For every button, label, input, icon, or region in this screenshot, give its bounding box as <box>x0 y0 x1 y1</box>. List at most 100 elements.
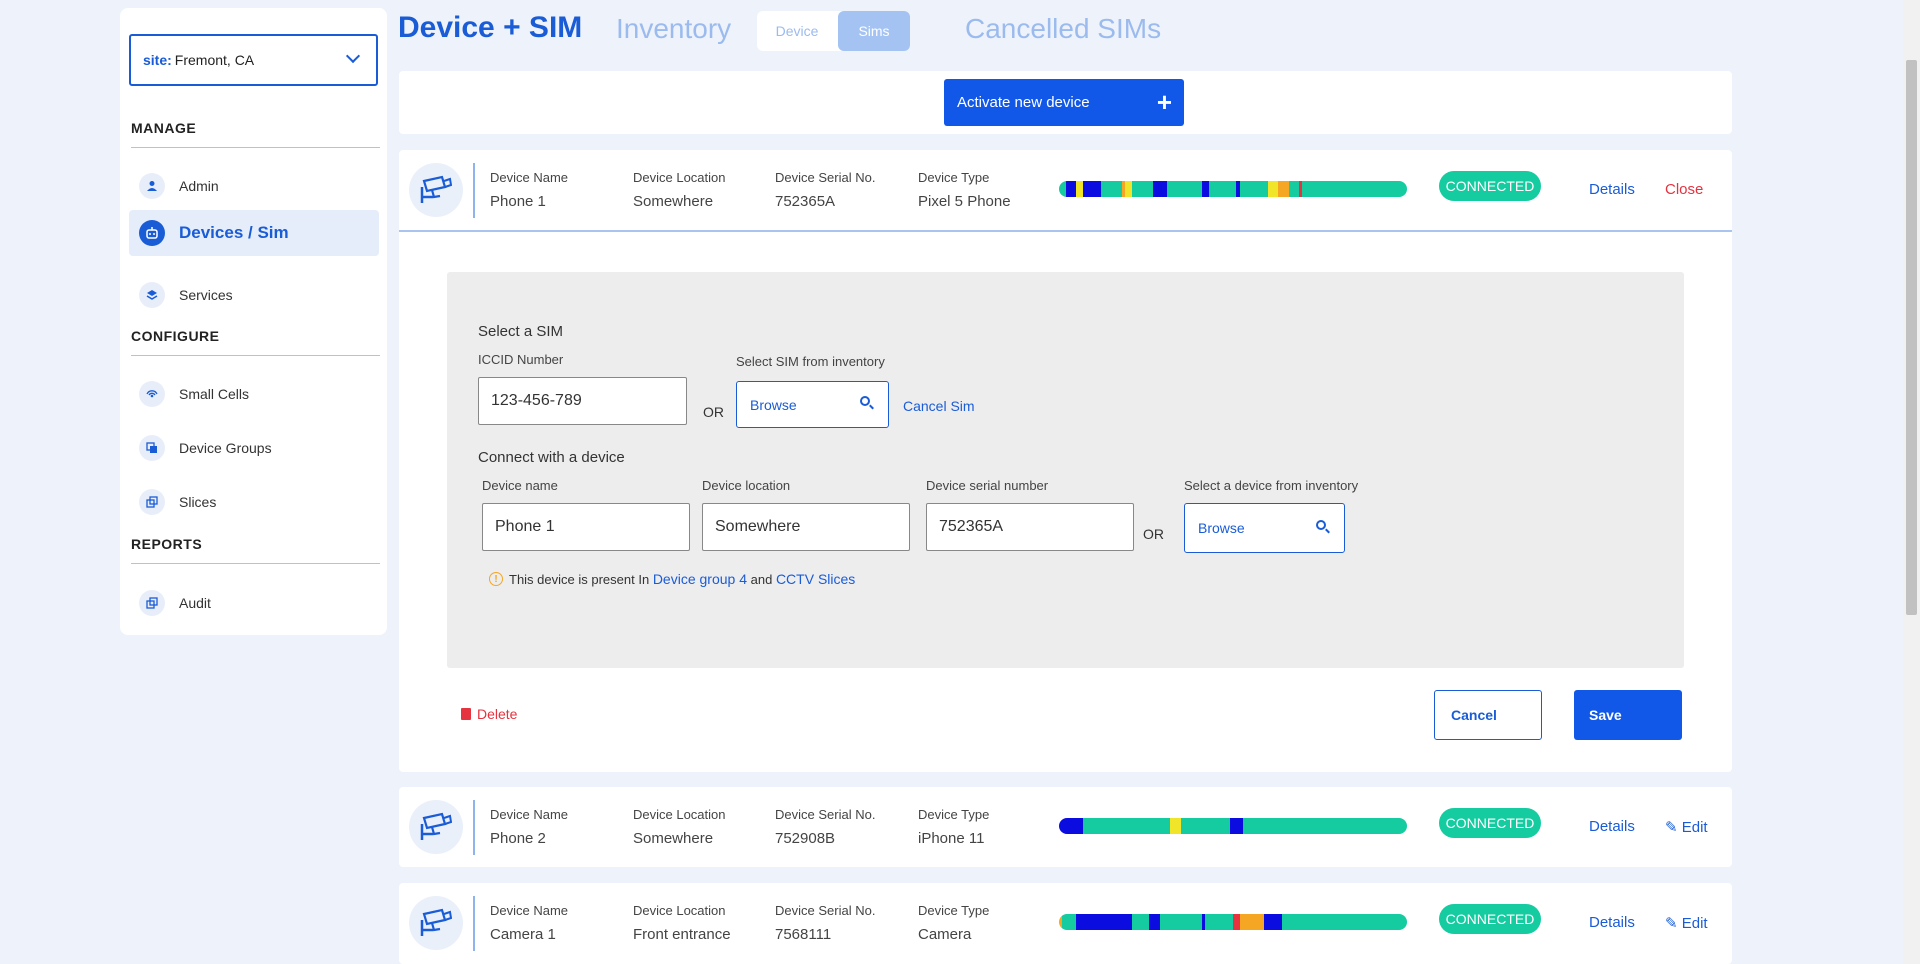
close-link[interactable]: Close <box>1665 181 1703 198</box>
device-name-field: Device Name Phone 2 <box>490 807 568 847</box>
browse-sim-button[interactable]: Browse <box>736 381 889 428</box>
save-button[interactable]: Save <box>1574 690 1682 740</box>
device-serial-label: Device serial number <box>926 478 1049 493</box>
sidebar-item-label: Admin <box>179 178 219 194</box>
note-text: This device is present In <box>509 571 650 587</box>
site-value: Fremont, CA <box>174 52 255 68</box>
field-label: Device Location <box>633 170 726 185</box>
device-row[interactable]: Device Name Phone 2 Device Location Some… <box>399 787 1732 867</box>
site-selector[interactable]: site: Fremont, CA <box>129 34 378 86</box>
field-label: Device Type <box>918 903 990 918</box>
status-segment <box>1059 181 1066 197</box>
sidebar-item-admin[interactable]: Admin <box>129 163 379 209</box>
status-badge: CONNECTED <box>1439 171 1541 201</box>
sidebar-item-label: Services <box>179 287 233 303</box>
status-segment <box>1065 181 1077 197</box>
edit-link[interactable]: ✎ Edit <box>1665 914 1708 932</box>
divider <box>131 147 380 148</box>
trash-icon <box>461 708 471 720</box>
camera-icon <box>409 800 463 854</box>
sidebar-item-devices[interactable]: Devices / Sim <box>129 210 379 256</box>
field-label: Device Name <box>490 807 569 822</box>
audit-icon <box>139 590 165 616</box>
device-membership-note: ! This device is present In Device group… <box>489 571 855 587</box>
activate-device-button[interactable]: Activate new device + <box>944 79 1184 126</box>
status-segment <box>1132 181 1153 197</box>
cancel-button[interactable]: Cancel <box>1434 690 1542 740</box>
or-label: OR <box>703 404 724 420</box>
details-link[interactable]: Details <box>1589 181 1635 198</box>
device-row[interactable]: Device Name Phone 1 Device Location Some… <box>399 150 1732 230</box>
device-card: Device Name Phone 2 Device Location Some… <box>399 787 1732 867</box>
tab-inventory[interactable]: Inventory <box>616 13 731 45</box>
status-segment <box>1180 818 1230 834</box>
cancel-sim-link[interactable]: Cancel Sim <box>903 398 975 414</box>
field-value: 752908B <box>775 830 836 847</box>
delete-button[interactable]: Delete <box>461 706 517 722</box>
device-serial-field: Device Serial No. 7568111 <box>775 903 875 943</box>
divider <box>473 800 475 855</box>
sidebar-item-device-groups[interactable]: Device Groups <box>129 425 379 471</box>
sidebar-item-audit[interactable]: Audit <box>129 580 379 626</box>
status-segment <box>1229 818 1244 834</box>
status-segment <box>1267 181 1279 197</box>
tab-cancelled-sims[interactable]: Cancelled SIMs <box>965 13 1161 45</box>
device-type-field: Device Type Pixel 5 Phone <box>918 170 1011 210</box>
device-serial-field: Device Serial No. 752908B <box>775 807 875 847</box>
status-segment <box>1159 914 1202 930</box>
status-segment <box>1208 181 1237 197</box>
page-title: Device + SIM <box>398 11 583 44</box>
cctv-slices-link[interactable]: CCTV Slices <box>776 571 855 587</box>
iccid-label: ICCID Number <box>478 352 564 367</box>
field-label: Device Name <box>490 170 569 185</box>
divider <box>473 896 475 951</box>
details-link[interactable]: Details <box>1589 818 1635 835</box>
edit-label: Edit <box>1681 819 1708 836</box>
camera-icon <box>409 896 463 950</box>
warning-icon: ! <box>489 572 503 586</box>
field-value: iPhone 11 <box>918 830 985 847</box>
field-label: Device Name <box>490 903 569 918</box>
field-value: 7568111 <box>775 926 832 943</box>
device-location-field: Device Location Front entrance <box>633 903 731 943</box>
status-segment <box>1232 914 1240 930</box>
sidebar-item-label: Small Cells <box>179 386 250 402</box>
field-value: Phone 1 <box>490 193 546 210</box>
scrollbar-thumb[interactable] <box>1906 60 1917 615</box>
device-row[interactable]: Device Name Camera 1 Device Location Fro… <box>399 883 1732 963</box>
sidebar: site: Fremont, CA MANAGE Admin Devices /… <box>120 8 387 635</box>
device-name-input[interactable]: Phone 1 <box>482 503 690 551</box>
edit-link[interactable]: ✎ Edit <box>1665 818 1708 836</box>
status-segment <box>1239 914 1265 930</box>
status-segment <box>1132 914 1150 930</box>
device-group-link[interactable]: Device group 4 <box>653 571 747 587</box>
sidebar-item-services[interactable]: Services <box>129 272 379 318</box>
pencil-icon: ✎ <box>1665 915 1678 932</box>
device-card-expanded: Device Name Phone 1 Device Location Some… <box>399 150 1732 772</box>
connect-device-heading: Connect with a device <box>478 449 625 466</box>
status-segment <box>1170 818 1181 834</box>
toggle-sims[interactable]: Sims <box>838 11 910 51</box>
browse-device-button[interactable]: Browse <box>1184 503 1345 553</box>
device-type-field: Device Type Camera <box>918 903 989 943</box>
status-segment <box>1083 181 1101 197</box>
field-value: 752365A <box>775 193 836 210</box>
status-segment <box>1239 181 1268 197</box>
sidebar-item-label: Slices <box>179 494 217 510</box>
device-serial-input[interactable]: 752365A <box>926 503 1134 551</box>
status-segment <box>1243 818 1407 834</box>
sidebar-item-slices[interactable]: Slices <box>129 479 379 525</box>
status-segment <box>1062 914 1077 930</box>
device-location-input[interactable]: Somewhere <box>702 503 910 551</box>
details-link[interactable]: Details <box>1589 914 1635 931</box>
sidebar-item-small-cells[interactable]: Small Cells <box>129 371 379 417</box>
divider <box>131 563 380 564</box>
status-segment <box>1166 181 1202 197</box>
plus-icon: + <box>1156 87 1172 117</box>
device-card: Device Name Camera 1 Device Location Fro… <box>399 883 1732 964</box>
toggle-device[interactable]: Device <box>757 11 837 51</box>
iccid-input[interactable]: 123-456-789 <box>478 377 687 425</box>
site-label: site: <box>143 52 172 68</box>
status-segment <box>1288 181 1299 197</box>
device-name-field: Device Name Phone 1 <box>490 170 568 210</box>
